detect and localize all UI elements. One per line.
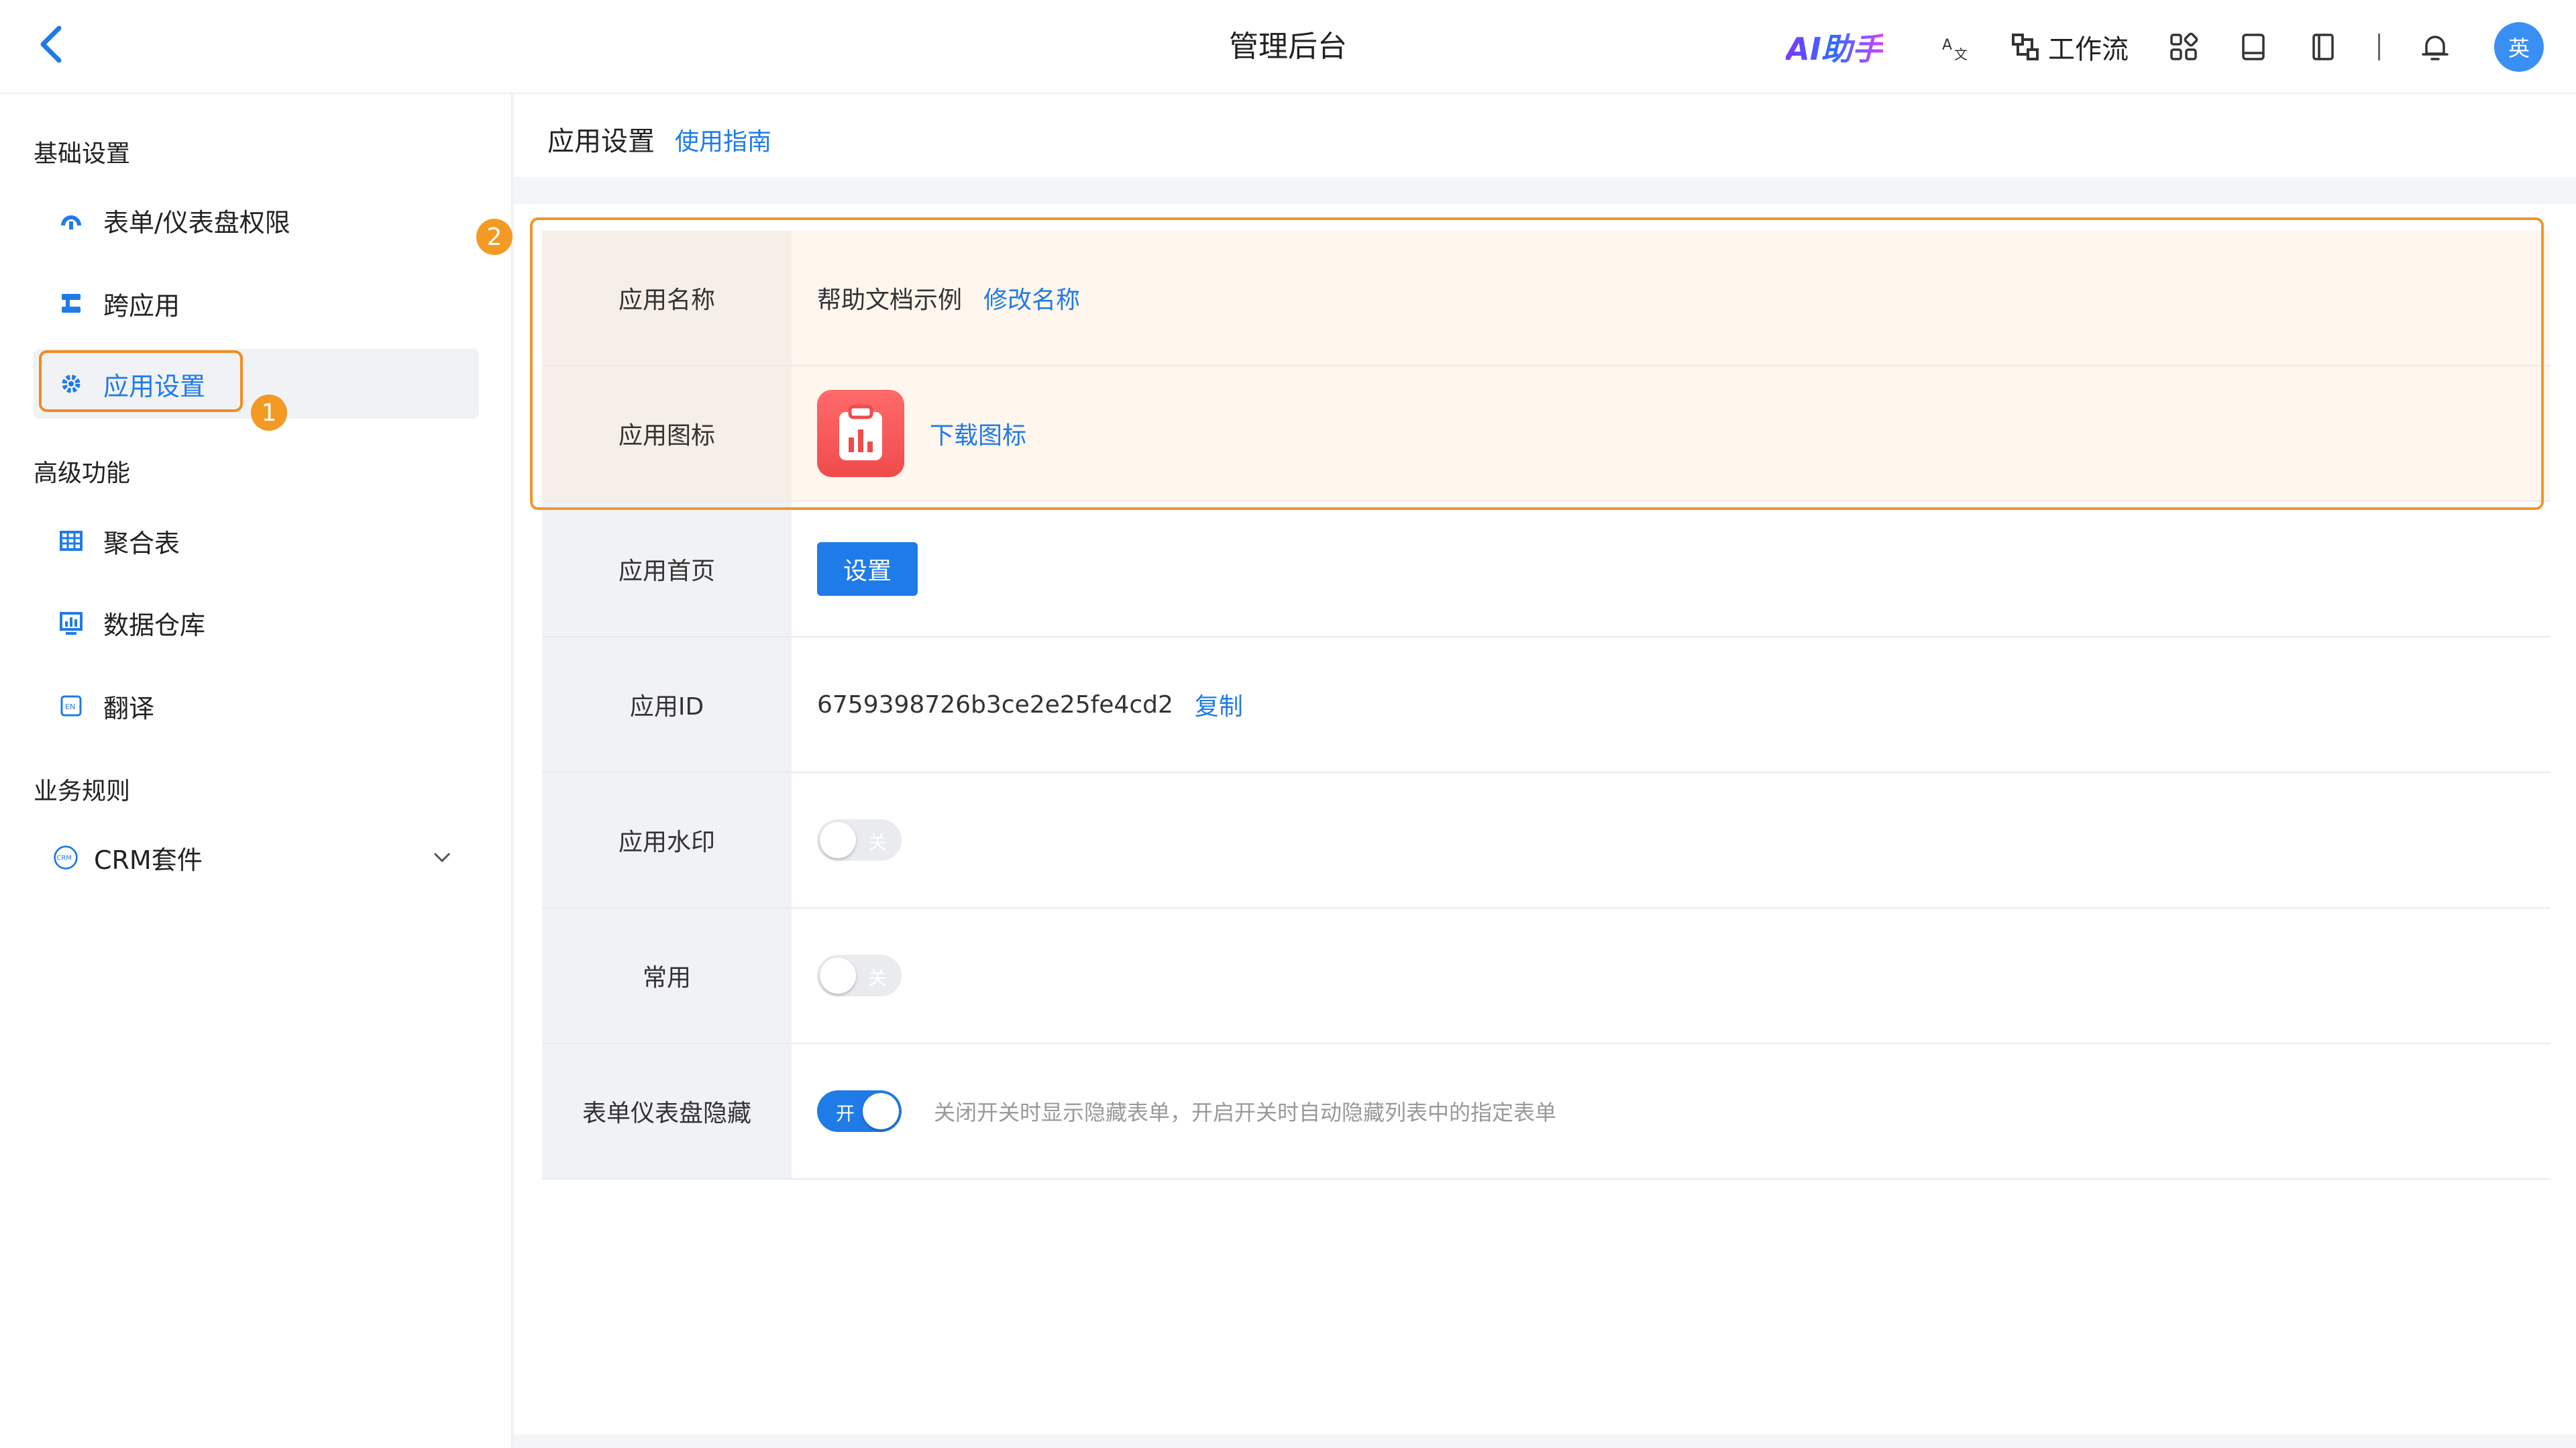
usage-guide-link[interactable]: 使用指南 (675, 122, 771, 157)
sidebar-item-label: 聚合表 (103, 528, 180, 558)
app-icon (817, 390, 904, 477)
book-icon (2242, 34, 2265, 60)
notifications-button[interactable] (2420, 31, 2450, 63)
sidebar-group-advanced: 高级功能 (34, 460, 131, 487)
content-header: 应用设置 使用指南 (514, 94, 2576, 177)
set-home-button[interactable]: 设置 (817, 542, 918, 596)
translate-tool-button[interactable]: A文 (1941, 32, 1970, 62)
sidebar: 基础设置 表单/仪表盘权限 跨应用 应用设置 1 高级功能 聚合表 数据仓库 E… (0, 94, 513, 1448)
sidebar-item-label: CRM套件 (94, 845, 203, 875)
workflow-button[interactable]: 工作流 (2010, 28, 2129, 66)
sidebar-item-label: 数据仓库 (103, 610, 206, 640)
sidebar-item-label: 应用设置 (103, 371, 206, 401)
toolbar: AI助手 A文 工作流 英 (1786, 0, 2544, 94)
shield-icon (58, 207, 85, 234)
svg-text:A: A (1942, 37, 1952, 54)
copy-id-link[interactable]: 复制 (1195, 687, 1243, 722)
sidebar-group-basic: 基础设置 (34, 140, 131, 168)
clipboard-chart-icon (839, 405, 882, 460)
notebook-button[interactable] (2308, 32, 2338, 62)
toolbar-divider (2378, 34, 2380, 60)
chart-icon (58, 609, 85, 636)
apps-button[interactable] (2169, 32, 2198, 62)
top-bar: 管理后台 AI助手 A文 工作流 英 (0, 0, 2576, 94)
app-id-value: 6759398726b3ce2e25fe4cd2 (817, 690, 1173, 719)
sidebar-item-label: 跨应用 (103, 291, 180, 321)
ai-assistant-button[interactable]: AI助手 (1786, 25, 1883, 69)
chevron-down-icon[interactable] (432, 846, 452, 870)
chevron-left-icon (40, 25, 62, 63)
grid-icon (2170, 32, 2198, 60)
link-apps-icon (58, 290, 85, 317)
row-app-name: 应用名称 帮助文档示例 修改名称 (542, 231, 2551, 366)
gear-icon (58, 370, 85, 397)
toggle-knob (863, 1093, 899, 1129)
toggle-text: 开 (836, 1102, 855, 1125)
common-toggle[interactable]: 关 (817, 955, 902, 996)
app-name-value: 帮助文档示例 (817, 287, 963, 314)
hide-toggle[interactable]: 开 (817, 1090, 902, 1132)
row-label: 应用ID (542, 637, 792, 772)
row-label: 应用名称 (542, 231, 792, 365)
row-label: 应用图标 (542, 366, 792, 501)
table-icon (58, 527, 85, 554)
watermark-toggle[interactable]: 关 (817, 819, 902, 861)
back-button[interactable] (38, 24, 75, 71)
svg-text:CRM: CRM (56, 855, 72, 862)
row-form-dashboard-hide: 表单仪表盘隐藏 开 关闭开关时显示隐藏表单，开启开关时自动隐藏列表中的指定表单 (542, 1044, 2551, 1180)
row-label: 表单仪表盘隐藏 (542, 1044, 792, 1178)
docs-button[interactable] (2239, 32, 2268, 62)
translate-icon: A文 (1942, 37, 1968, 62)
row-label: 应用水印 (542, 773, 792, 907)
translate-icon: EN (58, 692, 85, 719)
workflow-icon (2012, 34, 2039, 60)
row-label: 常用 (542, 909, 792, 1043)
sidebar-group-business-rules: 业务规则 (34, 778, 131, 805)
toggle-knob (820, 822, 856, 858)
workflow-label: 工作流 (2048, 34, 2129, 65)
sidebar-item-form-permissions[interactable]: 表单/仪表盘权限 (34, 185, 479, 255)
toggle-text: 关 (867, 831, 887, 854)
row-common: 常用 关 (542, 909, 2551, 1044)
bell-icon (2422, 36, 2449, 60)
annotation-badge-2: 2 (476, 219, 513, 255)
avatar[interactable]: 英 (2494, 22, 2544, 72)
sidebar-item-crm[interactable]: CRM CRM套件 (34, 823, 479, 892)
sidebar-item-label: 翻译 (103, 693, 155, 723)
settings-panel: 应用名称 帮助文档示例 修改名称 应用图标 下载图标 应用首页 设置 应用ID … (514, 204, 2576, 1435)
notebook-icon (2312, 34, 2334, 60)
row-app-home: 应用首页 设置 (542, 502, 2551, 637)
row-watermark: 应用水印 关 (542, 773, 2551, 909)
rename-link[interactable]: 修改名称 (983, 280, 1080, 315)
toggle-knob (820, 958, 856, 994)
svg-text:文: 文 (1954, 46, 1968, 62)
download-icon-link[interactable]: 下载图标 (930, 416, 1026, 451)
sidebar-item-label: 表单/仪表盘权限 (103, 207, 290, 238)
row-app-id: 应用ID 6759398726b3ce2e25fe4cd2 复制 (542, 637, 2551, 773)
toggle-text: 关 (867, 967, 887, 989)
hide-hint-text: 关闭开关时显示隐藏表单，开启开关时自动隐藏列表中的指定表单 (934, 1100, 1557, 1125)
sidebar-item-translate[interactable]: EN 翻译 (34, 671, 479, 741)
row-label: 应用首页 (542, 502, 792, 636)
sidebar-item-cross-app[interactable]: 跨应用 (34, 268, 479, 338)
crm-icon: CRM (52, 844, 79, 871)
annotation-badge-1: 1 (251, 395, 287, 431)
row-app-icon: 应用图标 下载图标 (542, 366, 2551, 502)
sidebar-item-aggregate-table[interactable]: 聚合表 (34, 506, 479, 576)
svg-text:EN: EN (65, 703, 75, 711)
sidebar-item-data-warehouse[interactable]: 数据仓库 (34, 588, 479, 658)
section-title: 应用设置 (547, 126, 655, 157)
